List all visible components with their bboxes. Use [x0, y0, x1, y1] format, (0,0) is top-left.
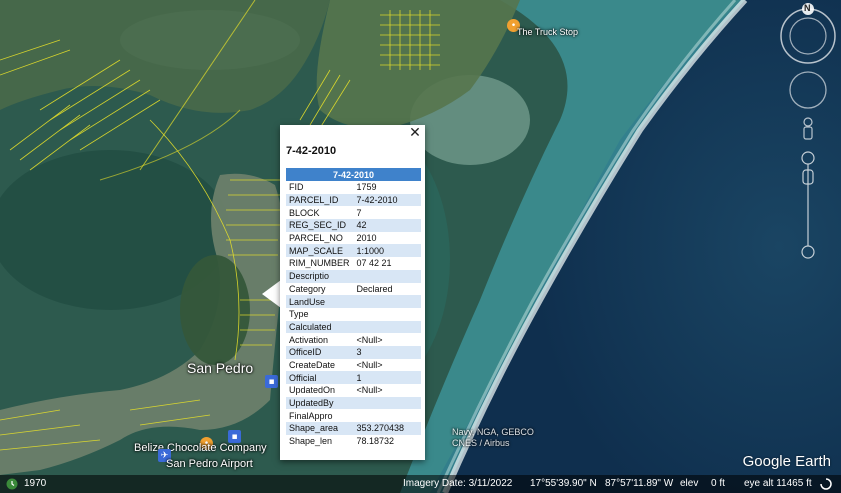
look-joystick[interactable] [789, 71, 827, 109]
attribute-row: Shape_len 78.18732 [286, 435, 421, 448]
popup-pointer [262, 280, 281, 308]
elevation-value: 0 ft [711, 478, 725, 489]
map-label-truck-stop[interactable]: The Truck Stop [517, 27, 578, 37]
latitude-readout: 17°55'39.90" N [530, 478, 597, 489]
attribute-value: 1:1000 [353, 244, 421, 258]
attribute-key: RIM_NUMBER [289, 258, 350, 269]
map-label-chocolate-company[interactable]: Belize Chocolate Company [134, 442, 267, 454]
historical-imagery-icon[interactable] [6, 478, 18, 490]
attribute-key: Type [289, 309, 309, 320]
attribute-key: Calculated [286, 320, 354, 334]
attribute-row: OfficeID 3 [286, 345, 421, 359]
attribute-row: RIM_NUMBER 07 42 21 [286, 257, 421, 270]
imagery-copyright: Navy, NGA, GEBCO CNES / Airbus [452, 427, 534, 448]
attribute-value: 7 [356, 207, 362, 218]
attribute-key: REG_SEC_ID [286, 219, 354, 232]
attribute-row: Category Declared [286, 283, 421, 296]
longitude-readout: 87°57'11.89" W [605, 478, 674, 489]
attribute-row: UpdatedBy [286, 396, 421, 410]
attribute-value: 2010 [356, 233, 377, 244]
attribute-key: MAP_SCALE [286, 244, 354, 258]
attribute-key: BLOCK [289, 207, 320, 218]
navigation-controls[interactable] [777, 0, 841, 270]
map-label-san-pedro[interactable]: San Pedro [187, 360, 253, 376]
attribute-value [353, 396, 421, 410]
attribute-row: MAP_SCALE 1:1000 [286, 244, 421, 258]
attribute-key: Shape_area [286, 422, 354, 435]
attribute-value [353, 320, 421, 334]
attribute-value: 1 [353, 371, 421, 384]
attribute-value [353, 269, 421, 283]
attribute-key: Shape_len [289, 436, 333, 447]
elevation-label: elev [680, 478, 699, 489]
attribute-table: 7-42-2010 FID 1759 PARCEL_ID 7-42-2010 BLOCK… [286, 168, 421, 447]
attribute-row: Descriptio [286, 269, 421, 283]
attribute-value: 07 42 21 [356, 258, 392, 269]
compass-north-label[interactable]: N [804, 3, 811, 13]
attribute-key: OfficeID [286, 345, 354, 359]
attribute-row: Type [286, 308, 421, 321]
status-bar: 1970 Imagery Date: 3/11/2022 17°55'39.90… [0, 475, 841, 493]
attribute-row: LandUse [286, 295, 421, 308]
attribute-value: 3 [353, 345, 421, 359]
attribute-row: PARCEL_ID 7-42-2010 [286, 193, 421, 207]
attribute-value [354, 409, 422, 422]
popup-title: 7-42-2010 [286, 145, 337, 157]
attribute-row: UpdatedOn <Null> [286, 384, 421, 397]
attribute-value: 1759 [356, 182, 377, 193]
attribute-row: Activation <Null> [286, 333, 421, 346]
attribute-row: FID 1759 [286, 181, 421, 194]
attribute-value [353, 295, 421, 308]
attribute-row: CreateDate <Null> [286, 359, 421, 372]
close-icon[interactable]: ✕ [408, 126, 422, 140]
imagery-date: Imagery Date: 3/11/2022 [403, 478, 513, 489]
attribute-value: <Null> [356, 385, 383, 396]
eye-altitude: eye alt 11465 ft [744, 478, 812, 489]
attribute-row: REG_SEC_ID 42 [286, 219, 421, 232]
attribute-key: Activation [289, 334, 329, 345]
attribute-row: Calculated [286, 320, 421, 334]
map-label-airport[interactable]: San Pedro Airport [166, 458, 253, 470]
historical-year[interactable]: 1970 [24, 478, 46, 489]
zoom-slider[interactable] [801, 151, 815, 259]
attribute-row: Shape_area 353.270438 [286, 422, 421, 435]
attribute-value: <Null> [356, 359, 383, 370]
attribute-key: UpdatedOn [289, 385, 336, 396]
attribute-key: LandUse [286, 295, 354, 308]
pegman-icon[interactable] [803, 117, 813, 140]
attribute-row: BLOCK 7 [286, 206, 421, 219]
attribute-value: <Null> [356, 334, 383, 345]
loading-spinner-icon [820, 478, 832, 490]
attribute-key: Descriptio [286, 269, 354, 283]
attribute-key: FID [289, 182, 304, 193]
attribute-value [354, 308, 422, 321]
attribute-row: PARCEL_NO 2010 [286, 232, 421, 245]
attribute-value: 78.18732 [356, 436, 395, 447]
attribute-key: UpdatedBy [286, 396, 354, 410]
attribute-value: Declared [356, 283, 393, 294]
attribute-key: Official [286, 371, 354, 384]
attribute-key: FinalAppro [289, 410, 333, 421]
hotel-pin-icon[interactable]: ▪ [265, 375, 278, 388]
parcel-info-balloon: ✕ 7-42-2010 7-42-2010 FID 1759 PARCEL_ID 7-… [280, 125, 425, 460]
attribute-value: 7-42-2010 [353, 193, 421, 207]
attribute-value: 42 [353, 219, 421, 232]
attribute-key: PARCEL_ID [286, 193, 354, 207]
attribute-key: Category [289, 283, 326, 294]
attribute-key: PARCEL_NO [289, 233, 343, 244]
google-earth-logo: Google Earth [742, 453, 831, 470]
attribute-row: Official 1 [286, 371, 421, 384]
attribute-row: FinalAppro [286, 409, 421, 422]
attribute-value: 353.270438 [353, 422, 421, 435]
attribute-key: CreateDate [289, 359, 336, 370]
attribute-table-header: 7-42-2010 [286, 168, 421, 181]
